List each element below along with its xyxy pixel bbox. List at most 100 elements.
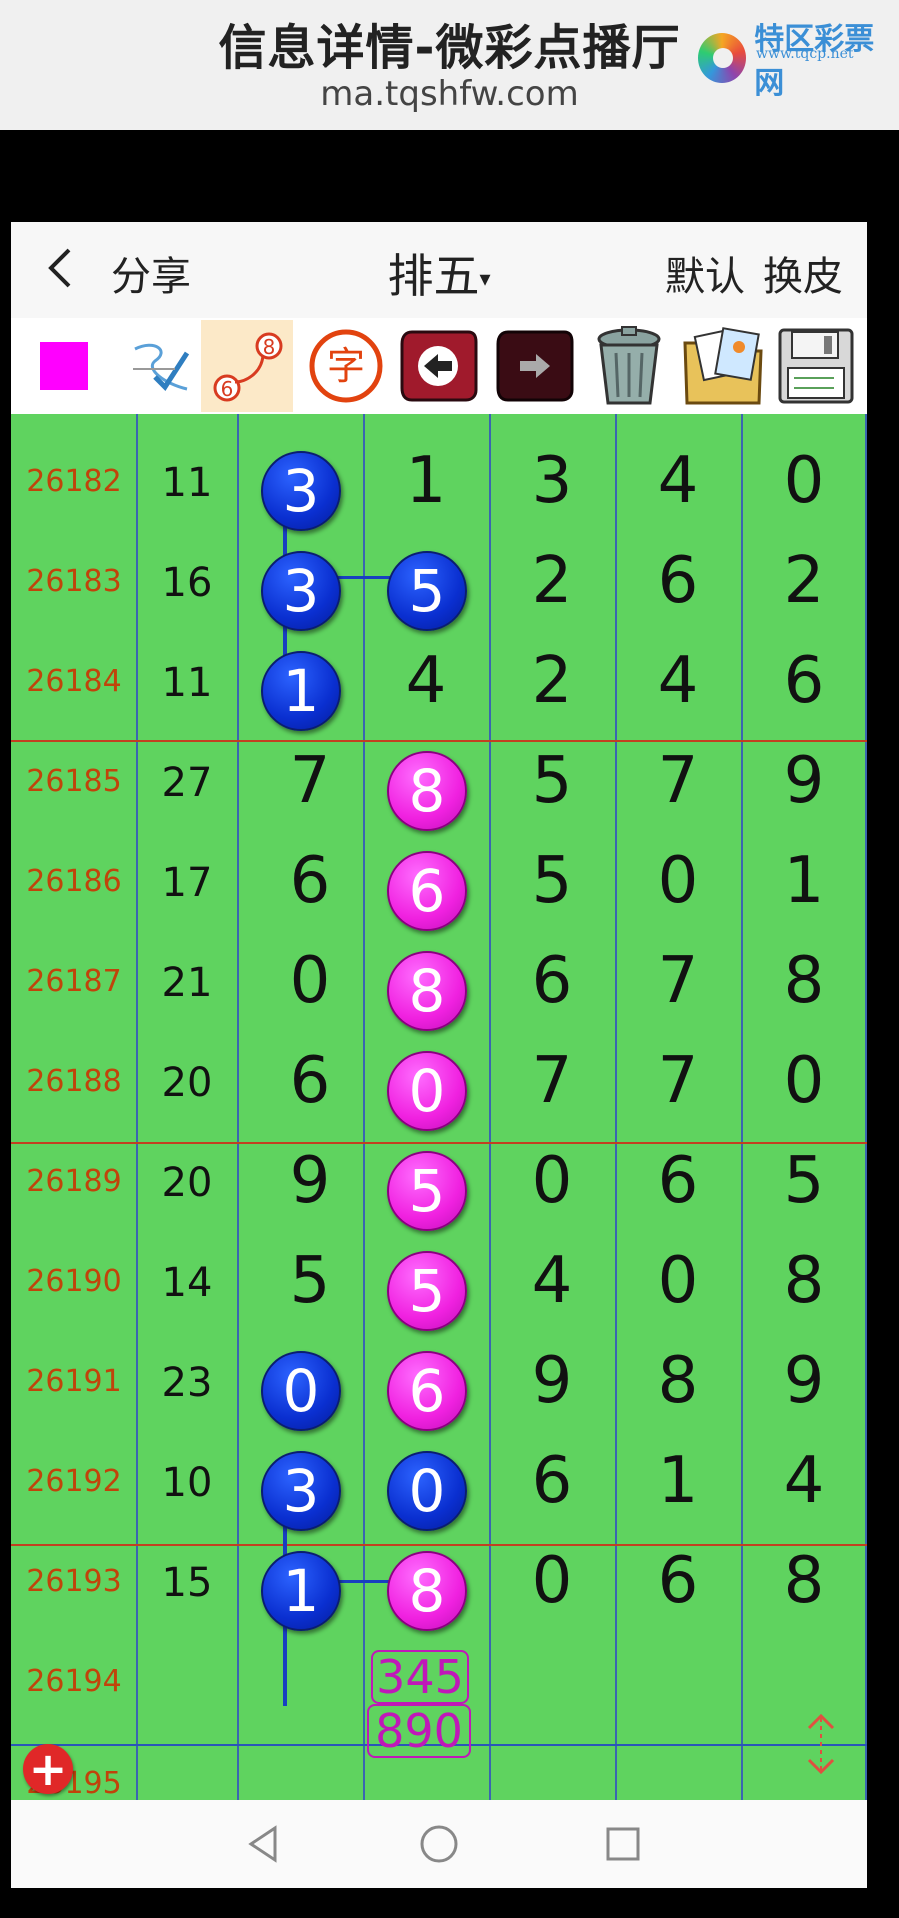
digit-cell[interactable]: 8 — [741, 1544, 867, 1618]
digit-cell[interactable]: 5 — [489, 744, 615, 818]
digit-cell[interactable]: 6 — [615, 1544, 741, 1618]
color-picker-button[interactable] — [19, 320, 109, 412]
digit-cell[interactable]: 7 — [247, 744, 373, 818]
hit-ball[interactable]: 3 — [261, 1451, 341, 1531]
digit-cell[interactable]: 5 — [489, 844, 615, 918]
floppy-disk-icon — [778, 328, 854, 404]
prediction-box[interactable]: 890 — [367, 1704, 471, 1758]
digit-cell[interactable]: 4 — [615, 644, 741, 718]
nav-home-icon[interactable] — [417, 1822, 461, 1866]
digit-cell[interactable]: 6 — [615, 544, 741, 618]
digit-cell[interactable]: 0 — [247, 944, 373, 1018]
hit-ball[interactable]: 8 — [387, 751, 467, 831]
browser-header: 信息详情-微彩点播厅 ma.tqshfw.com 特区彩票网 www.tqcp.… — [0, 0, 899, 130]
digit-cell[interactable]: 2 — [741, 544, 867, 618]
digit-cell[interactable]: 0 — [615, 844, 741, 918]
sum-value: 14 — [161, 1260, 213, 1306]
digit-cell[interactable]: 2 — [489, 544, 615, 618]
change-skin-button[interactable]: 换皮 — [763, 244, 843, 302]
arrow-left-icon — [400, 330, 478, 402]
column-divider — [237, 414, 239, 1800]
digit-cell[interactable]: 7 — [615, 744, 741, 818]
digit-cell[interactable]: 6 — [489, 944, 615, 1018]
trash-icon — [597, 326, 661, 405]
hit-ball[interactable]: 1 — [261, 651, 341, 731]
digit-cell[interactable]: 6 — [489, 1444, 615, 1518]
digit-cell[interactable]: 0 — [489, 1544, 615, 1618]
digit-cell[interactable]: 6 — [741, 644, 867, 718]
digit-cell[interactable]: 1 — [615, 1444, 741, 1518]
digit-cell[interactable]: 0 — [615, 1244, 741, 1318]
digit-cell[interactable]: 6 — [615, 1144, 741, 1218]
hit-ball[interactable]: 5 — [387, 1251, 467, 1331]
default-button[interactable]: 默认 — [665, 244, 745, 302]
scroll-toggle-icon[interactable] — [801, 1712, 841, 1776]
sum-value: 27 — [161, 760, 213, 806]
digit-cell[interactable]: 5 — [247, 1244, 373, 1318]
digit-cell[interactable]: 1 — [741, 844, 867, 918]
trash-button[interactable] — [584, 320, 674, 412]
text-tool-button[interactable]: 字 — [301, 320, 391, 412]
app-screen: 分享 排五▾ 默认 换皮 8 6 字 26182 11 3 1 3 4 0 26… — [11, 222, 867, 1888]
hit-ball[interactable]: 0 — [387, 1051, 467, 1131]
digit-cell[interactable]: 8 — [741, 944, 867, 1018]
char-label: 字 — [327, 344, 365, 388]
digit-cell[interactable]: 7 — [615, 944, 741, 1018]
link-bottom-number: 6 — [221, 377, 234, 401]
digit-cell[interactable]: 6 — [247, 844, 373, 918]
photo-button[interactable] — [678, 320, 768, 412]
digit-cell[interactable]: 7 — [489, 1044, 615, 1118]
hit-ball[interactable]: 8 — [387, 1551, 467, 1631]
digit-cell[interactable]: 3 — [489, 444, 615, 518]
digit-cell[interactable]: 6 — [247, 1044, 373, 1118]
hit-ball[interactable]: 6 — [387, 1351, 467, 1431]
add-button[interactable]: + — [23, 1744, 73, 1794]
digit-cell[interactable]: 4 — [363, 644, 489, 718]
hit-ball[interactable]: 5 — [387, 551, 467, 631]
digit-cell[interactable]: 4 — [489, 1244, 615, 1318]
sum-value: 15 — [161, 1560, 213, 1606]
issue-number: 26190 — [26, 1264, 122, 1299]
digit-cell[interactable]: 8 — [741, 1244, 867, 1318]
issue-number: 26185 — [26, 764, 122, 799]
digit-cell[interactable]: 5 — [741, 1144, 867, 1218]
sum-value: 20 — [161, 1060, 213, 1106]
digit-cell[interactable]: 9 — [489, 1344, 615, 1418]
digit-cell[interactable]: 9 — [247, 1144, 373, 1218]
group-divider — [11, 740, 867, 742]
hit-ball[interactable]: 5 — [387, 1151, 467, 1231]
digit-cell[interactable]: 7 — [615, 1044, 741, 1118]
nav-back-icon[interactable] — [241, 1822, 285, 1866]
sum-value: 10 — [161, 1460, 213, 1506]
chevron-down-icon: ▾ — [479, 267, 491, 292]
issue-number: 26184 — [26, 664, 122, 699]
digit-cell[interactable]: 9 — [741, 744, 867, 818]
digit-cell[interactable]: 0 — [741, 444, 867, 518]
digit-cell[interactable]: 0 — [741, 1044, 867, 1118]
issue-number: 26189 — [26, 1164, 122, 1199]
hit-ball[interactable]: 3 — [261, 551, 341, 631]
digit-cell[interactable]: 4 — [615, 444, 741, 518]
hit-ball[interactable]: 6 — [387, 851, 467, 931]
link-tool-button[interactable]: 8 6 — [201, 320, 293, 412]
hit-ball[interactable]: 1 — [261, 1551, 341, 1631]
sum-value: 16 — [161, 560, 213, 606]
redo-button[interactable] — [490, 320, 580, 412]
issue-number: 26188 — [26, 1064, 122, 1099]
nav-recents-icon[interactable] — [601, 1822, 645, 1866]
digit-cell[interactable]: 2 — [489, 644, 615, 718]
digit-cell[interactable]: 0 — [489, 1144, 615, 1218]
digit-cell[interactable]: 4 — [741, 1444, 867, 1518]
hit-ball[interactable]: 3 — [261, 451, 341, 531]
hit-ball[interactable]: 8 — [387, 951, 467, 1031]
hit-ball[interactable]: 0 — [261, 1351, 341, 1431]
digit-cell[interactable]: 1 — [363, 444, 489, 518]
pen-tool-button[interactable] — [117, 320, 207, 412]
digit-cell[interactable]: 9 — [741, 1344, 867, 1418]
hit-ball[interactable]: 0 — [387, 1451, 467, 1531]
undo-button[interactable] — [394, 320, 484, 412]
issue-number: 26192 — [26, 1464, 122, 1499]
save-button[interactable] — [771, 320, 861, 412]
digit-cell[interactable]: 8 — [615, 1344, 741, 1418]
prediction-box[interactable]: 345 — [371, 1650, 469, 1704]
